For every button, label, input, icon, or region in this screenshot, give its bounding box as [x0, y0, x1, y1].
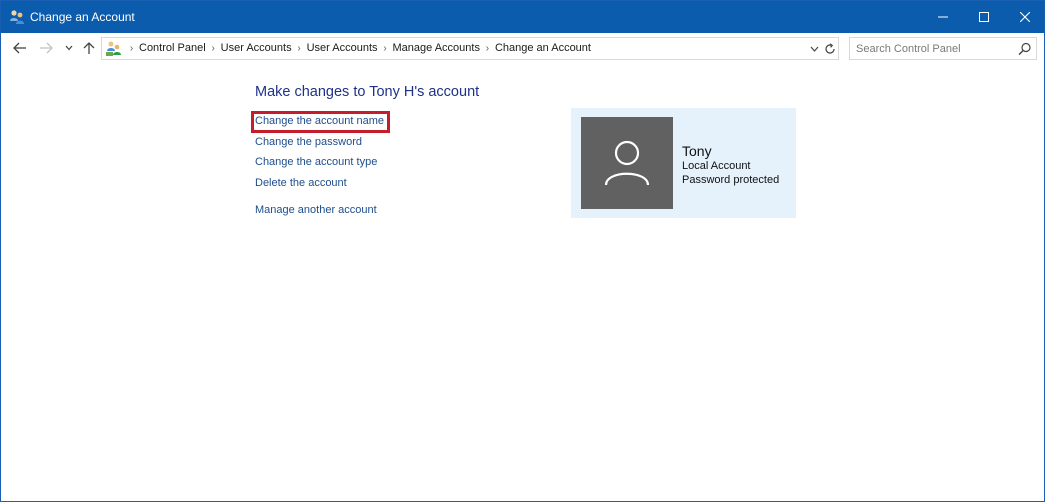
title-bar[interactable]: Change an Account: [1, 1, 1044, 33]
account-name: Tony: [682, 143, 712, 159]
recent-locations-button[interactable]: [63, 40, 75, 56]
maximize-icon: [979, 12, 989, 22]
forward-button[interactable]: [37, 40, 55, 56]
account-type: Local Account: [682, 160, 751, 172]
breadcrumb-user-accounts-category[interactable]: User Accounts: [221, 42, 292, 54]
avatar: [581, 117, 673, 209]
refresh-icon: [825, 43, 835, 54]
close-button[interactable]: [1002, 1, 1045, 33]
control-panel-window: Change an Account › Control Panel › User…: [0, 0, 1045, 502]
manage-another-account-link[interactable]: Manage another account: [255, 204, 377, 216]
up-button[interactable]: [80, 40, 98, 56]
breadcrumb: › Control Panel › User Accounts › User A…: [124, 42, 591, 54]
breadcrumb-control-panel[interactable]: Control Panel: [139, 42, 206, 54]
minimize-button[interactable]: [920, 1, 966, 33]
page-heading: Make changes to Tony H's account: [255, 84, 480, 100]
close-icon: [1020, 12, 1030, 22]
breadcrumb-separator[interactable]: ›: [292, 43, 307, 54]
search-icon[interactable]: [1018, 42, 1032, 56]
arrow-up-icon: [83, 42, 95, 54]
account-password-status: Password protected: [682, 174, 780, 186]
minimize-icon: [938, 16, 948, 18]
chevron-down-icon: [810, 46, 818, 52]
user-avatar-icon: [604, 140, 650, 186]
arrow-right-icon: [40, 42, 53, 54]
breadcrumb-change-an-account[interactable]: Change an Account: [495, 42, 591, 54]
change-password-link[interactable]: Change the password: [255, 136, 362, 148]
navigation-bar: › Control Panel › User Accounts › User A…: [1, 33, 1044, 63]
breadcrumb-separator[interactable]: ›: [480, 43, 495, 54]
account-tile: Tony Local Account Password protected: [571, 108, 796, 218]
chevron-down-icon: [65, 45, 73, 51]
breadcrumb-separator[interactable]: ›: [124, 43, 139, 54]
refresh-button[interactable]: [822, 41, 838, 57]
change-account-type-link[interactable]: Change the account type: [255, 156, 377, 168]
delete-account-link[interactable]: Delete the account: [255, 177, 347, 189]
search-input[interactable]: [856, 41, 1016, 56]
maximize-button[interactable]: [961, 1, 1007, 33]
breadcrumb-manage-accounts[interactable]: Manage Accounts: [393, 42, 480, 54]
user-accounts-icon: [9, 9, 25, 25]
breadcrumb-separator[interactable]: ›: [206, 43, 221, 54]
arrow-left-icon: [13, 42, 26, 54]
back-button[interactable]: [11, 40, 29, 56]
search-box[interactable]: [849, 37, 1037, 60]
change-account-name-link[interactable]: Change the account name: [255, 115, 384, 127]
breadcrumb-separator[interactable]: ›: [378, 43, 393, 54]
address-history-button[interactable]: [808, 42, 820, 56]
breadcrumb-user-accounts[interactable]: User Accounts: [307, 42, 378, 54]
address-bar[interactable]: › Control Panel › User Accounts › User A…: [101, 37, 839, 60]
control-panel-icon: [105, 40, 123, 57]
window-title: Change an Account: [30, 10, 135, 24]
